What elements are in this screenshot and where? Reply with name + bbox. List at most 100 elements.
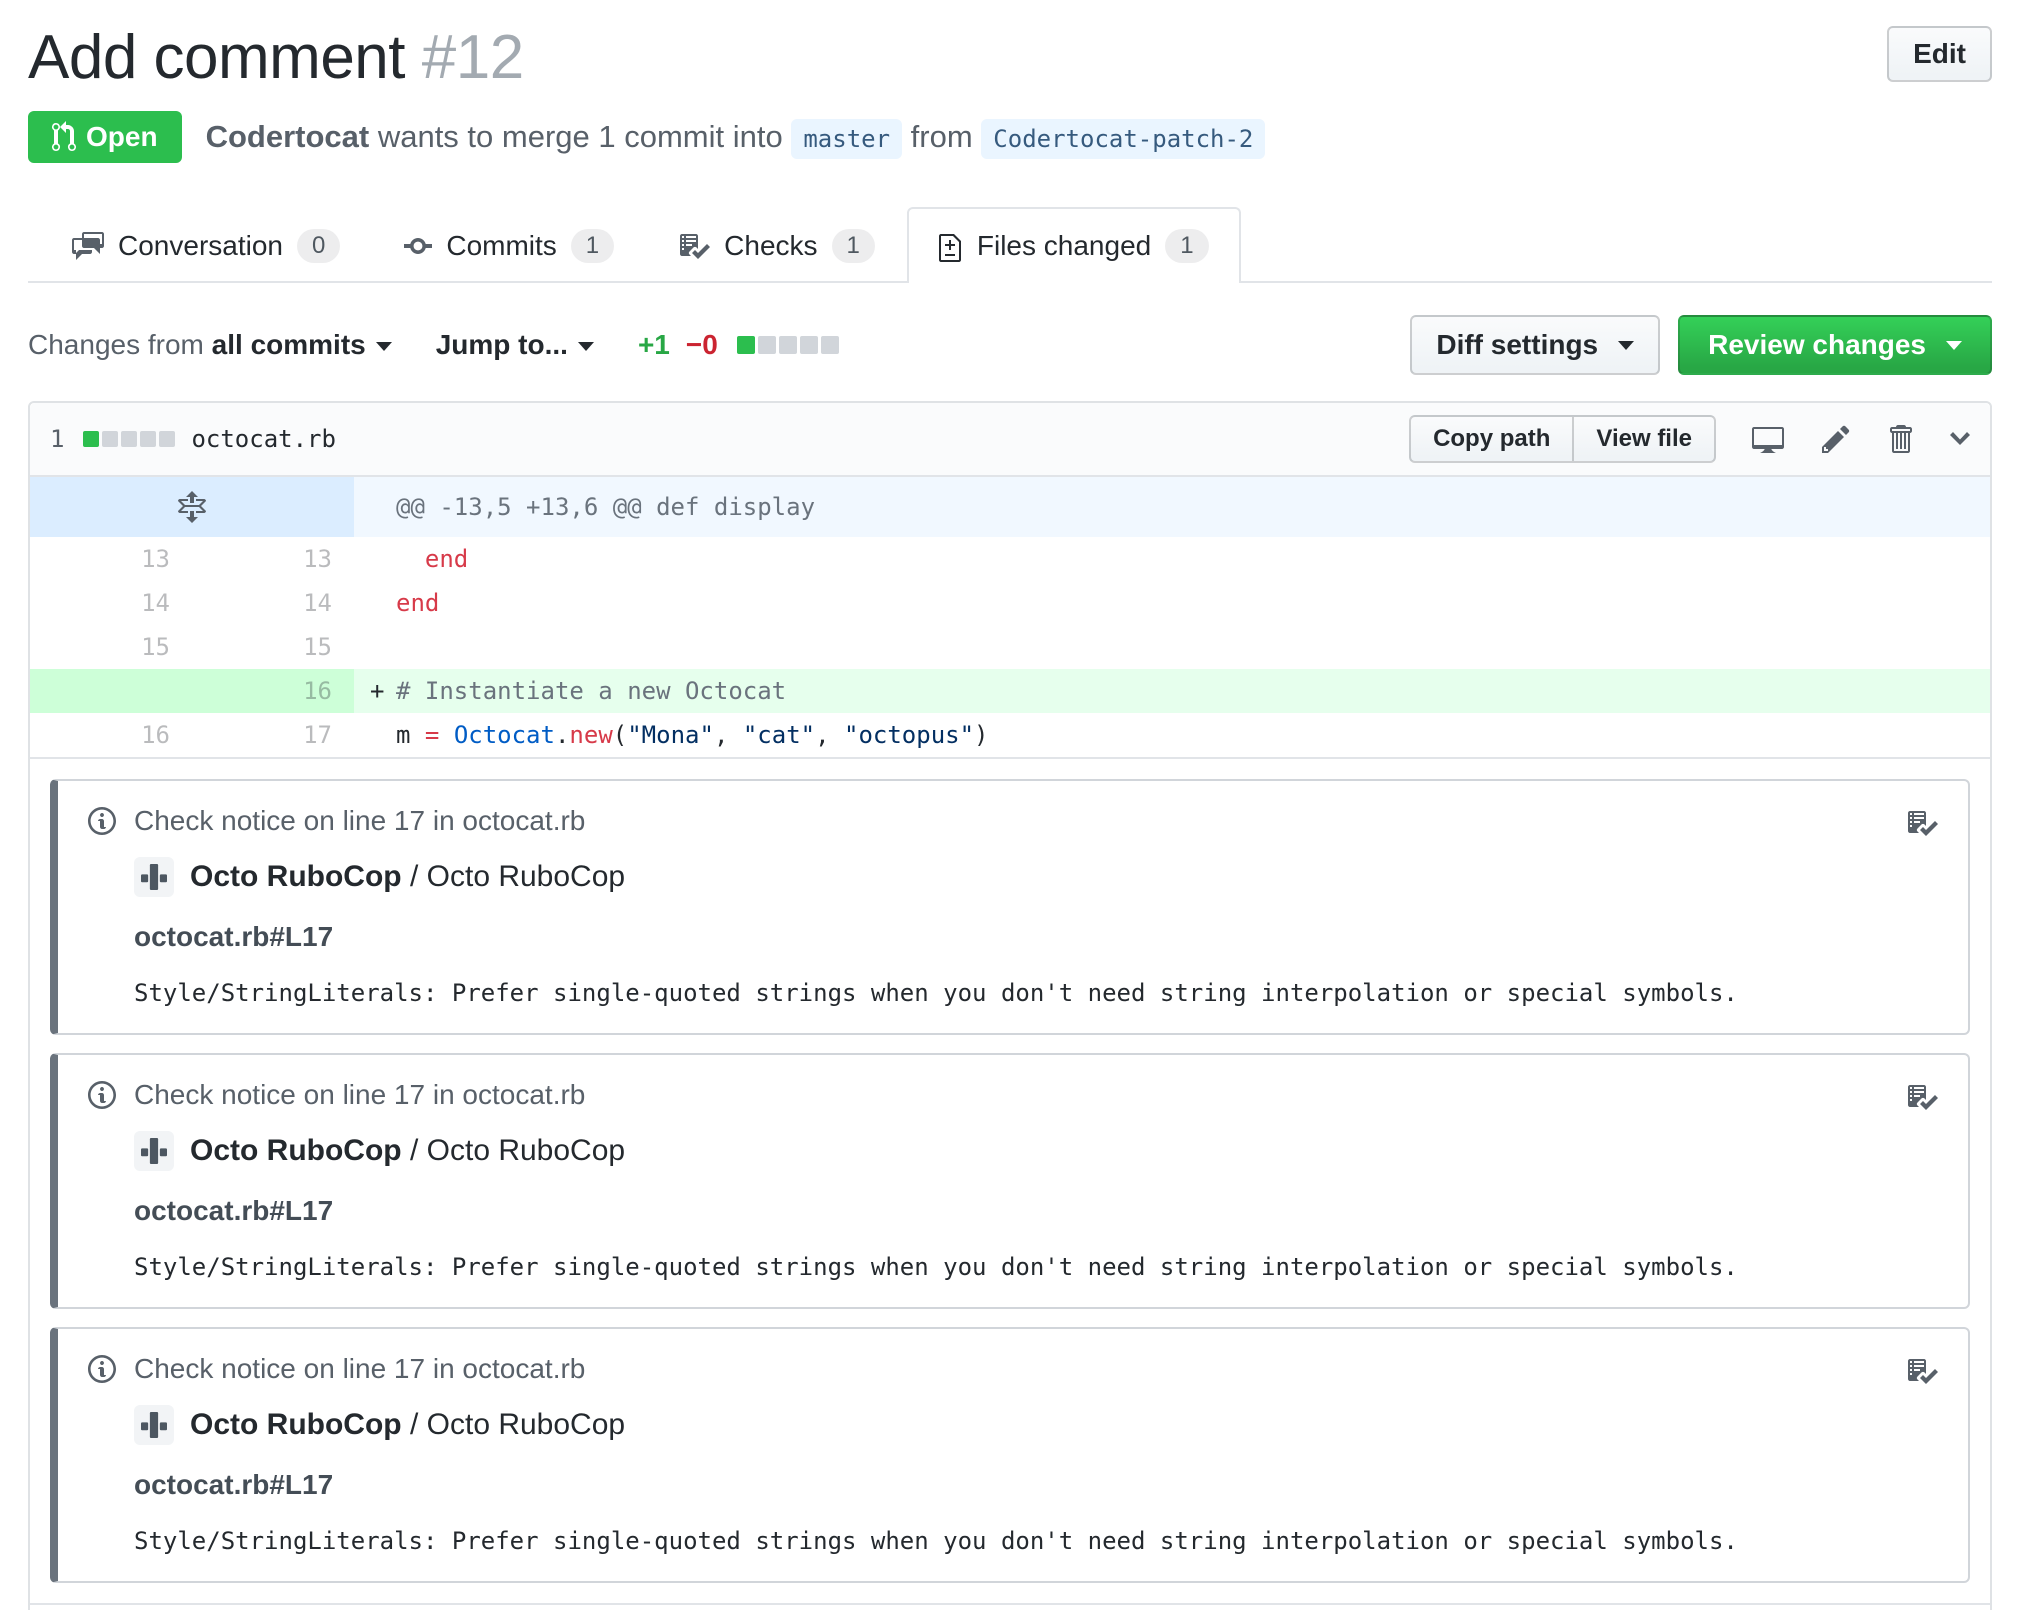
diff-row: 16 + # Instantiate a new Octocat: [30, 669, 1990, 713]
new-line-number[interactable]: 17: [192, 713, 354, 757]
base-branch-ref[interactable]: master: [791, 119, 903, 159]
deletions-count: −0: [685, 329, 718, 360]
additions-count: +1: [637, 329, 670, 360]
checklist-icon: [1908, 1085, 1938, 1110]
file-actions-group: Copy path View file: [1409, 415, 1716, 463]
check-app-name[interactable]: Octo RuboCop: [190, 1134, 402, 1167]
check-notice-headline: Check notice on line 17 in octocat.rb: [134, 805, 586, 836]
check-app-name[interactable]: Octo RuboCop: [190, 1408, 402, 1441]
app-avatar: [134, 1131, 174, 1171]
diff-sign: +: [370, 677, 385, 705]
tab-count: 1: [1165, 229, 1209, 263]
check-notices-section: Check notice on line 17 in octocat.rb Oc…: [30, 759, 1990, 1605]
tab-files-changed[interactable]: Files changed 1: [906, 207, 1241, 283]
check-notice-card: Check notice on line 17 in octocat.rb Oc…: [50, 779, 1970, 1035]
old-line-number[interactable]: 16: [30, 713, 192, 757]
status-badge: Open: [28, 111, 182, 163]
check-notice-header: Check notice on line 17 in octocat.rb: [88, 1079, 1938, 1111]
app-avatar: [134, 857, 174, 897]
check-notice-location-link[interactable]: octocat.rb#L17: [134, 1469, 1938, 1501]
tab-count: 0: [296, 229, 341, 263]
diff-toolbar: Changes from all commits Jump to... +1 −…: [28, 315, 1992, 375]
new-line-number[interactable]: 16: [192, 669, 354, 713]
diffstat-blocks: [734, 329, 839, 361]
diff-row: 17 18 m.display: [30, 1605, 1990, 1610]
file-header: 1 octocat.rb Copy path View file: [30, 403, 1990, 477]
jump-to-dropdown[interactable]: Jump to...: [436, 329, 594, 361]
file-diff-icon: [938, 234, 961, 262]
caret-down-icon: [375, 342, 392, 352]
check-app-name[interactable]: Octo RuboCop: [190, 860, 402, 893]
merge-summary: Codertocat wants to merge 1 commit into …: [206, 119, 1266, 159]
check-notice-headline: Check notice on line 17 in octocat.rb: [134, 1079, 586, 1110]
diffstat-summary: +1 −0: [638, 329, 839, 361]
comment-discussion-icon: [72, 232, 104, 260]
new-line-number[interactable]: 15: [192, 625, 354, 669]
expand-hunk-button[interactable]: [30, 477, 354, 537]
edit-file-icon[interactable]: [1822, 423, 1850, 455]
head-branch-ref[interactable]: Codertocat-patch-2: [981, 119, 1266, 159]
check-run-name: / Octo RuboCop: [401, 860, 626, 893]
old-line-number[interactable]: 14: [30, 581, 192, 625]
check-notice-location-link[interactable]: octocat.rb#L17: [134, 921, 1938, 953]
checks-annotation-icon: [1906, 1081, 1938, 1118]
edit-button[interactable]: Edit: [1887, 26, 1992, 82]
unfold-icon: [178, 491, 206, 523]
tab-count: 1: [831, 229, 875, 263]
hunk-header-text: @@ -13,5 +13,6 @@ def display: [354, 477, 1990, 537]
check-notice-location-link[interactable]: octocat.rb#L17: [134, 1195, 1938, 1227]
from-text: from: [910, 119, 973, 154]
new-line-number[interactable]: 13: [192, 537, 354, 581]
commit-scope: all commits: [211, 329, 366, 360]
checks-annotation-icon: [1906, 1355, 1938, 1392]
check-app-row: Octo RuboCop / Octo RuboCop: [134, 1405, 1938, 1445]
old-line-number[interactable]: 17: [30, 1605, 192, 1610]
code-line: m = Octocat.new("Mona", "cat", "octopus"…: [396, 721, 989, 749]
copy-path-button[interactable]: Copy path: [1409, 415, 1575, 463]
delete-file-icon[interactable]: [1888, 423, 1912, 455]
pr-header: Add comment #12 Edit: [28, 22, 1992, 93]
collapse-file-chevron-icon[interactable]: [1950, 423, 1970, 455]
check-notice-message: Style/StringLiterals: Prefer single-quot…: [134, 1527, 1738, 1555]
git-pull-request-icon: [52, 121, 76, 152]
display-rich-diff-icon[interactable]: [1752, 423, 1784, 455]
pr-author[interactable]: Codertocat: [206, 119, 370, 154]
tab-commits[interactable]: Commits 1: [372, 207, 646, 283]
diff-row: 13 13 end: [30, 537, 1990, 581]
diff-settings-button[interactable]: Diff settings: [1410, 315, 1661, 375]
tab-label: Conversation: [118, 230, 283, 261]
tab-label: Checks: [724, 230, 818, 261]
checks-annotation-icon: [1906, 807, 1938, 844]
changes-from-label: Changes from: [28, 329, 204, 360]
diffstat-blocks: [80, 425, 176, 453]
new-line-number[interactable]: 14: [192, 581, 354, 625]
old-line-number[interactable]: 13: [30, 537, 192, 581]
tab-checks[interactable]: Checks 1: [646, 207, 907, 283]
changes-from-dropdown[interactable]: Changes from all commits: [28, 329, 392, 361]
review-changes-button[interactable]: Review changes: [1678, 315, 1992, 375]
new-line-number[interactable]: 18: [192, 1605, 354, 1610]
rubocop-app-icon: [141, 864, 167, 890]
old-line-number[interactable]: [30, 669, 192, 713]
diff-row: 16 17 m = Octocat.new("Mona", "cat", "oc…: [30, 713, 1990, 759]
caret-down-icon: [1618, 340, 1635, 350]
pr-meta: Open Codertocat wants to merge 1 commit …: [28, 111, 1992, 163]
tab-conversation[interactable]: Conversation 0: [40, 207, 372, 283]
diff-table-trailing: 17 18 m.display: [30, 1605, 1990, 1610]
diff-settings-label: Diff settings: [1436, 329, 1599, 360]
tab-label: Files changed: [976, 230, 1152, 261]
caret-down-icon: [1946, 340, 1962, 350]
diff-row: 15 15: [30, 625, 1990, 669]
old-line-number[interactable]: 15: [30, 625, 192, 669]
check-notice-message: Style/StringLiterals: Prefer single-quot…: [134, 1253, 1738, 1281]
info-icon: [88, 1080, 116, 1109]
rubocop-app-icon: [141, 1138, 167, 1164]
view-file-button[interactable]: View file: [1574, 415, 1716, 463]
file-name[interactable]: octocat.rb: [191, 425, 336, 453]
file-diff-container: 1 octocat.rb Copy path View file @@ -13,…: [28, 401, 1992, 1610]
hunk-row: @@ -13,5 +13,6 @@ def display: [30, 477, 1990, 537]
pr-number: #12: [421, 23, 524, 92]
check-app-row: Octo RuboCop / Octo RuboCop: [134, 857, 1938, 897]
diff-row: 14 14 end: [30, 581, 1990, 625]
review-changes-label: Review changes: [1708, 329, 1926, 360]
